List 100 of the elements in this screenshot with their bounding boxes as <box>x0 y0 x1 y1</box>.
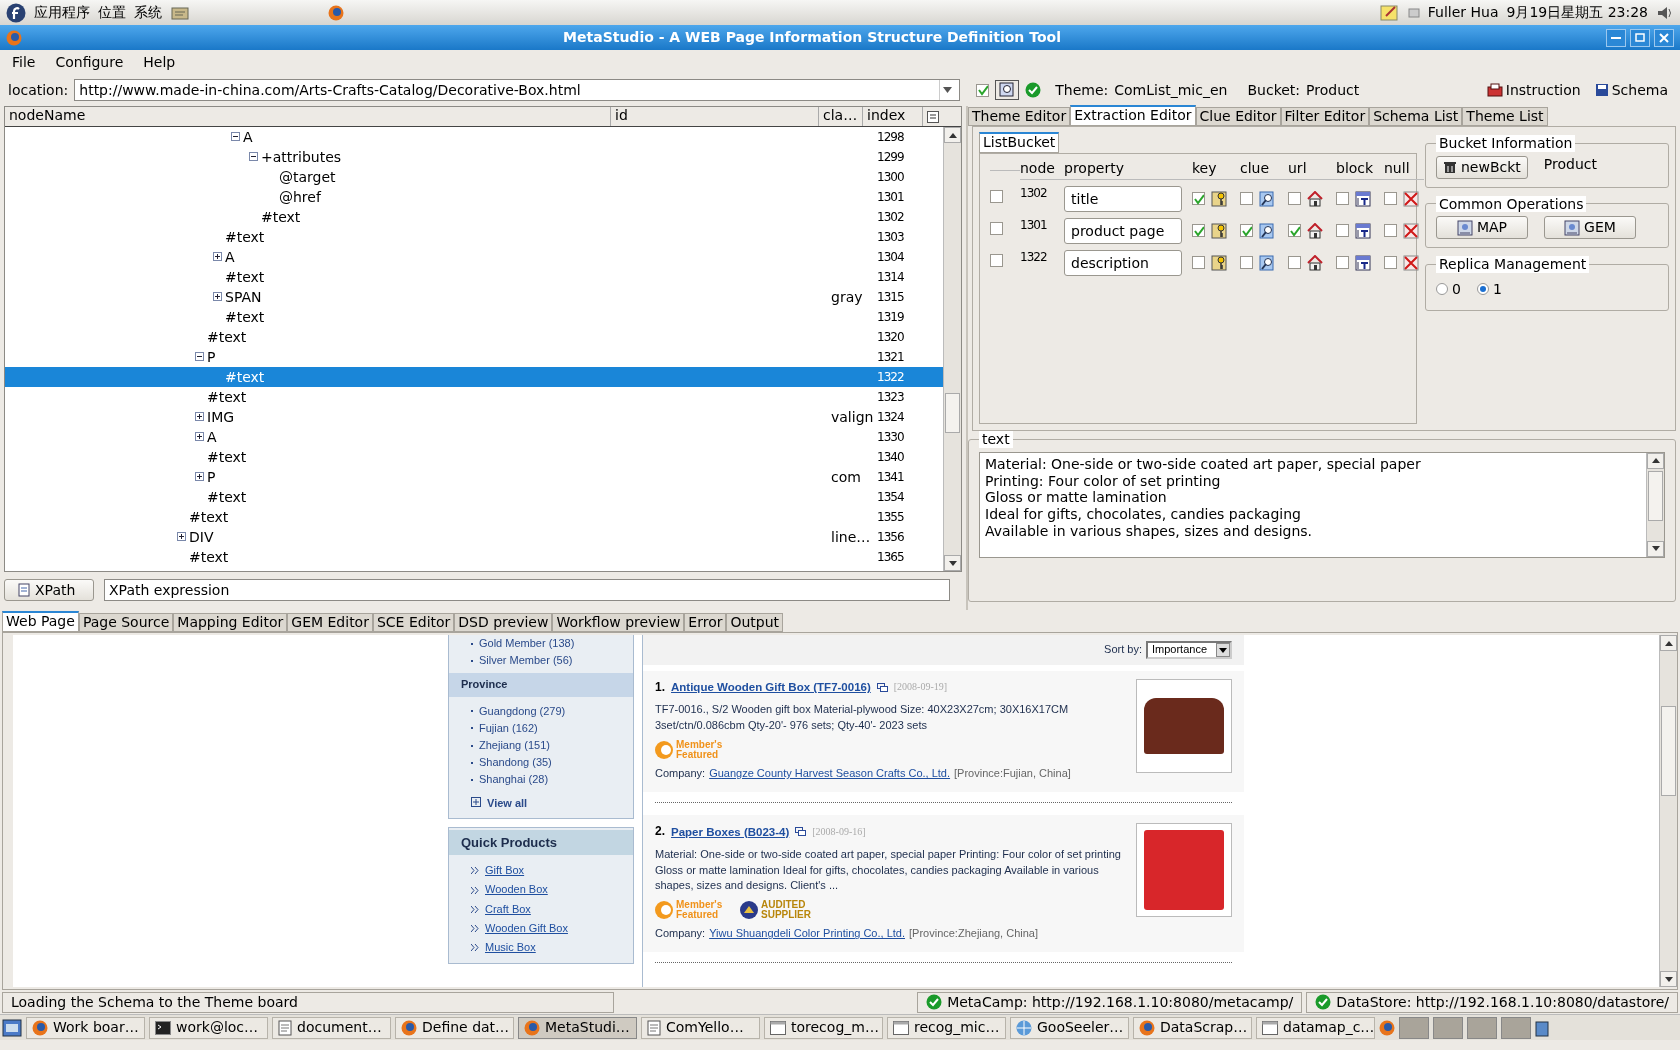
product-link[interactable]: Wooden Gift Box <box>485 921 568 936</box>
page-tab[interactable]: Output <box>726 613 784 632</box>
volume-icon[interactable] <box>1656 4 1674 21</box>
browser-icon[interactable] <box>328 4 344 21</box>
filter-link[interactable]: Fujian (162) <box>479 721 538 735</box>
show-desktop-icon[interactable] <box>2 1018 22 1037</box>
filter-link[interactable]: Shanghai (28) <box>479 773 549 787</box>
editor-tab[interactable]: Clue Editor <box>1195 107 1281 126</box>
column-header[interactable]: cla… <box>819 107 863 126</box>
product-link[interactable]: Wooden Box <box>485 883 548 897</box>
radio-button[interactable] <box>1476 283 1489 296</box>
editor-tab[interactable]: Filter Editor <box>1280 107 1370 126</box>
tree-row[interactable]: #text 1365 <box>5 547 943 567</box>
product-title-link[interactable]: Paper Boxes (B023-4) <box>671 823 790 841</box>
up-icon[interactable] <box>1651 458 1660 464</box>
property-field[interactable]: product page <box>1064 217 1182 244</box>
text-area[interactable] <box>979 451 1665 558</box>
scroll-up-button[interactable] <box>944 127 961 143</box>
note-icon[interactable] <box>1379 3 1400 22</box>
workspace-button[interactable] <box>1501 1016 1531 1039</box>
browser-icon[interactable] <box>1379 1019 1395 1036</box>
taskbar-button[interactable]: ComYello… <box>641 1016 760 1039</box>
column-header[interactable]: nodeName <box>5 107 611 126</box>
tree-row[interactable]: #text 1303 <box>5 227 943 247</box>
workspace-button[interactable] <box>1467 1016 1497 1039</box>
checkbox[interactable] <box>1240 192 1253 206</box>
scroll-thumb[interactable] <box>1648 470 1663 521</box>
location-field[interactable]: http://www.made-in-china.com/Arts-Crafts-Catalog/Decorative-Box.html <box>74 79 961 101</box>
radio-button[interactable] <box>1436 283 1448 296</box>
company-link[interactable]: Guangze County Harvest Season Crafts Co., Ltd. <box>709 766 951 783</box>
checkbox[interactable] <box>976 83 990 97</box>
user-name[interactable]: Fuller Hua <box>1427 4 1499 21</box>
product-link[interactable]: Music Box <box>485 941 536 955</box>
product-title-link[interactable]: Antique Wooden Gift Box (TF7-0016) <box>671 679 871 697</box>
editor-tab[interactable]: Theme List <box>1462 107 1548 126</box>
expand-icon[interactable] <box>213 292 222 302</box>
expand-icon[interactable] <box>195 472 204 482</box>
tree-row[interactable]: P com 1341 <box>5 467 943 487</box>
checkbox[interactable] <box>1336 256 1349 270</box>
tree-row[interactable]: #text 1322 <box>5 367 943 387</box>
new-bucket-button[interactable]: newBckt <box>1436 155 1528 179</box>
taskbar-button[interactable]: DataScrap… <box>1133 1016 1252 1039</box>
tree-row[interactable]: #text 1340 <box>5 447 943 467</box>
editor-tab[interactable]: Schema List <box>1369 107 1463 126</box>
checkbox[interactable] <box>1288 192 1301 206</box>
checkbox[interactable] <box>1240 256 1253 270</box>
xpath-field[interactable]: XPath expression <box>104 579 950 601</box>
tree-row[interactable]: DIV line… 1356 <box>5 527 943 547</box>
taskbar-button[interactable]: GooSeeler… <box>1010 1016 1129 1039</box>
taskbar-button[interactable]: torecog_m… <box>764 1016 883 1039</box>
clock[interactable]: 9月19日星期五 23:28 <box>1506 4 1648 21</box>
operation-button[interactable]: MAP <box>1436 216 1528 240</box>
expand-icon[interactable] <box>177 532 186 542</box>
down-icon[interactable] <box>948 560 957 566</box>
page-tab[interactable]: Error <box>684 613 727 632</box>
filter-link[interactable]: Silver Member (56) <box>479 654 573 668</box>
company-link[interactable]: Yiwu Shuangdeli Color Printing Co., Ltd. <box>709 926 905 943</box>
checkbox[interactable] <box>1336 224 1349 238</box>
workspace-button[interactable] <box>1399 1016 1429 1039</box>
page-tab[interactable]: GEM Editor <box>287 613 373 632</box>
up-icon[interactable] <box>1664 640 1673 646</box>
menu-item[interactable]: Help <box>133 53 186 71</box>
taskbar-button[interactable]: Define dat… <box>395 1016 514 1039</box>
property-field[interactable]: description <box>1064 249 1182 276</box>
page-tab[interactable]: Workflow preview <box>552 613 685 632</box>
panel-menu[interactable]: 应用程序 <box>34 4 90 21</box>
logo-icon[interactable] <box>6 2 26 23</box>
tree-row[interactable]: @href 1301 <box>5 187 943 207</box>
page-tab[interactable]: Web Page <box>2 611 79 632</box>
tree-row[interactable]: SPAN gray 1315 <box>5 287 943 307</box>
checkbox[interactable] <box>1288 224 1301 238</box>
tree-row[interactable]: #text 1320 <box>5 327 943 347</box>
column-menu-icon[interactable] <box>927 111 939 123</box>
checkbox[interactable] <box>1384 256 1397 270</box>
page-tab[interactable]: SCE Editor <box>372 613 455 632</box>
up-icon[interactable] <box>948 132 957 138</box>
checkbox[interactable] <box>1384 192 1397 206</box>
inspect-button[interactable] <box>995 80 1020 100</box>
instruction-button[interactable]: Instruction <box>1482 79 1585 101</box>
tree-row[interactable]: A 1298 <box>5 127 943 147</box>
checkbox[interactable] <box>1288 256 1301 270</box>
tree-row[interactable]: #text 1354 <box>5 487 943 507</box>
tree-row[interactable]: #text 1319 <box>5 307 943 327</box>
filter-link[interactable]: Zhejiang (151) <box>479 738 550 753</box>
menu-item[interactable]: Configure <box>45 53 134 71</box>
sort-dropdown[interactable]: Importance <box>1146 641 1232 659</box>
dropdown-icon[interactable] <box>943 87 953 93</box>
tree-row[interactable]: P 1321 <box>5 347 943 367</box>
column-header[interactable]: index <box>863 107 923 126</box>
checkbox[interactable] <box>1192 224 1205 238</box>
expand-icon[interactable] <box>195 432 204 442</box>
down-icon[interactable] <box>1651 546 1660 552</box>
property-field[interactable]: title <box>1064 185 1182 212</box>
down-icon[interactable] <box>1664 976 1673 982</box>
product-link[interactable]: Craft Box <box>485 902 531 916</box>
window-icon[interactable] <box>876 683 888 693</box>
taskbar-button[interactable]: recog_mic… <box>887 1016 1006 1039</box>
tree-row[interactable]: #text 1314 <box>5 267 943 287</box>
tree-row[interactable]: +attributes 1299 <box>5 147 943 167</box>
workspace-button[interactable] <box>1433 1016 1463 1039</box>
